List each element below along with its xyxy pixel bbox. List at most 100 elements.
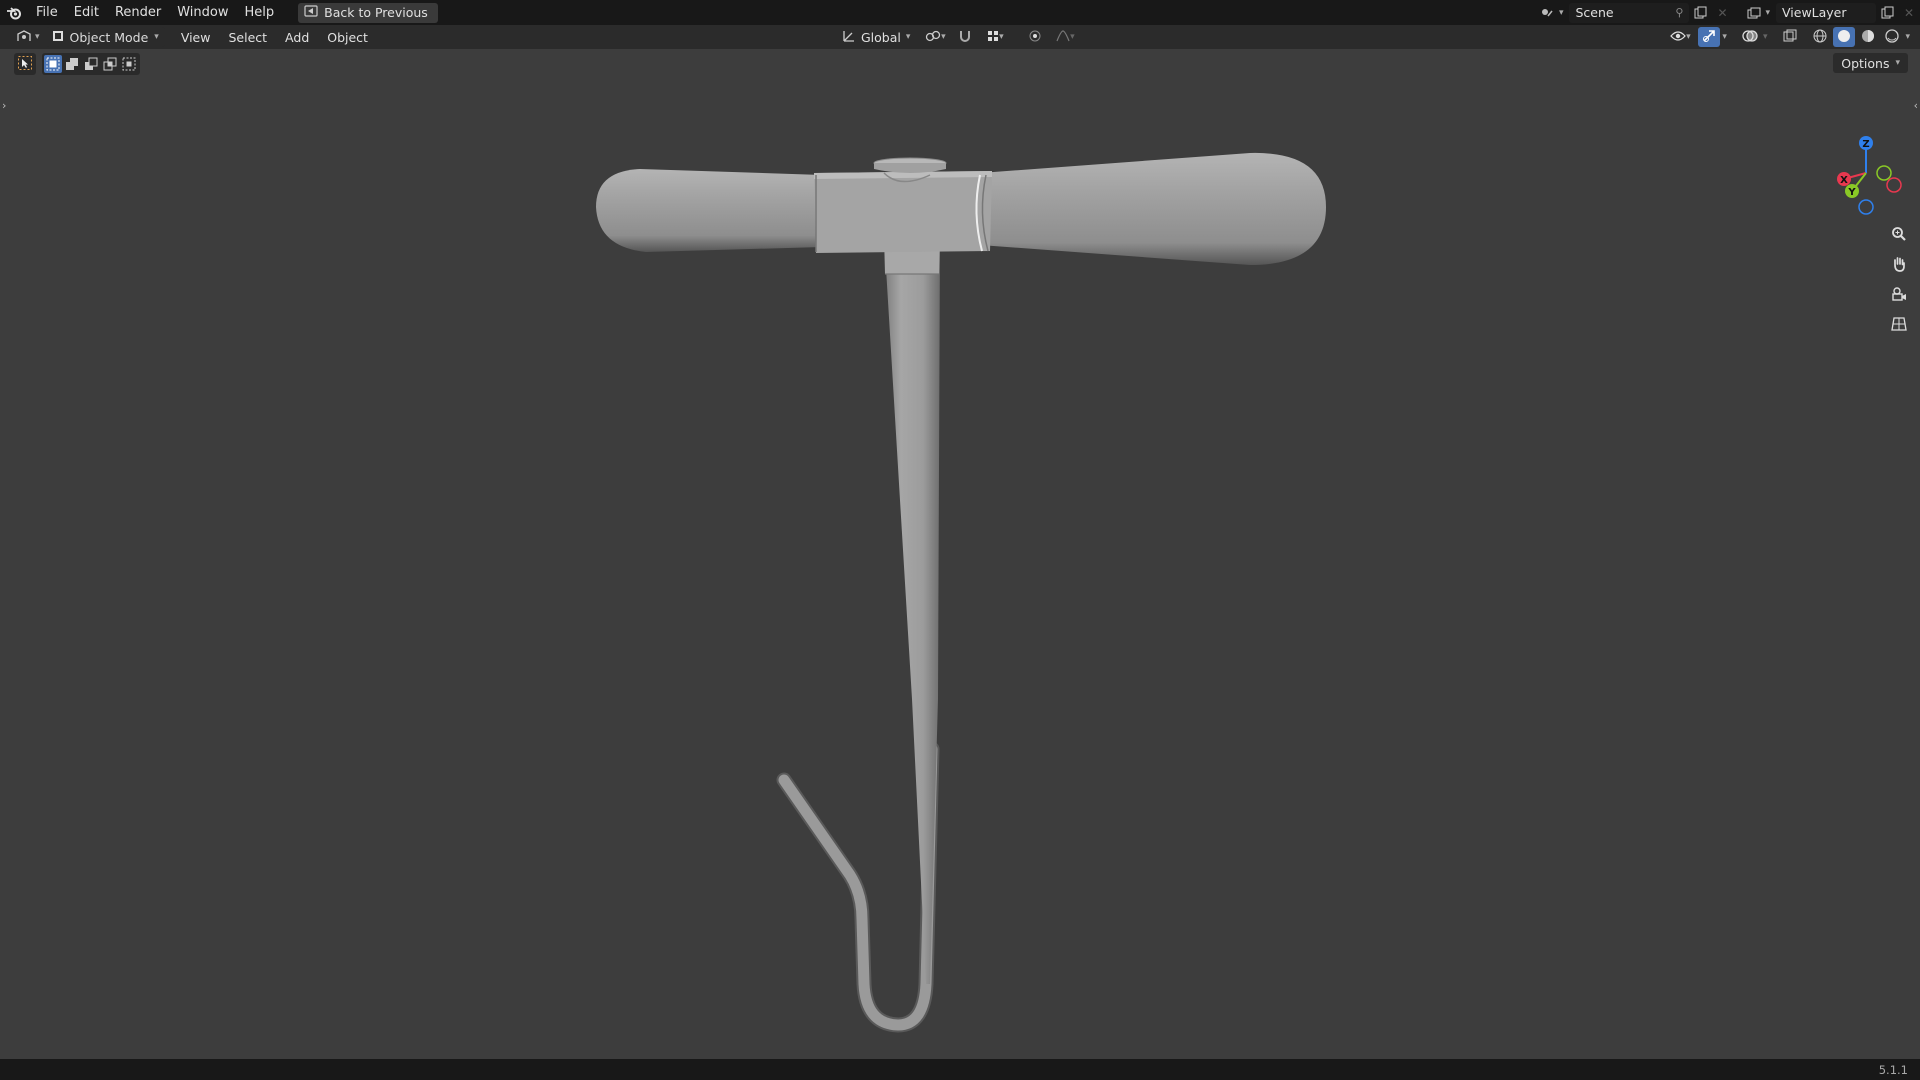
view-layer-name: ViewLayer	[1782, 5, 1847, 20]
zoom-icon	[1891, 226, 1907, 245]
xray-toggle-button[interactable]	[1779, 27, 1801, 47]
options-label: Options	[1841, 55, 1890, 71]
editor-type-button[interactable]: ▾	[10, 27, 46, 47]
left-toolbar-expand-icon[interactable]: ›	[2, 99, 6, 112]
zoom-button[interactable]	[1886, 223, 1912, 247]
shading-material-button[interactable]	[1857, 27, 1879, 47]
camera-icon	[1891, 286, 1907, 305]
gizmo-neg-y-handle[interactable]	[1876, 165, 1892, 181]
perspective-toggle-button[interactable]	[1886, 313, 1912, 337]
shading-caret[interactable]: ▾	[1905, 32, 1910, 42]
gizmo-neg-z-handle[interactable]	[1858, 199, 1874, 215]
back-to-previous-label: Back to Previous	[324, 5, 428, 20]
orientation-icon	[842, 29, 856, 46]
menu-edit[interactable]: Edit	[66, 0, 107, 25]
snap-target-button[interactable]: ▾	[980, 27, 1010, 47]
gizmo-caret[interactable]: ▾	[1722, 32, 1727, 42]
gizmo-icon	[1702, 29, 1716, 46]
gizmo-toggle-button[interactable]	[1698, 27, 1721, 47]
mode-caret: ▾	[154, 32, 159, 42]
shading-solid-button[interactable]	[1833, 27, 1856, 47]
shading-wireframe-button[interactable]	[1809, 27, 1831, 47]
new-scene-icon[interactable]	[1689, 3, 1711, 23]
orientation-label: Global	[861, 29, 901, 45]
proportional-editing-button[interactable]	[1024, 27, 1046, 47]
object-visibility-button[interactable]: ▾	[1664, 27, 1696, 47]
overlays-toggle-button[interactable]	[1739, 27, 1761, 47]
view-layer-field[interactable]: ViewLayer	[1776, 2, 1876, 23]
proportional-icon	[1029, 30, 1041, 45]
snap-toggle-button[interactable]	[954, 27, 976, 47]
status-bar: 5.1.1	[0, 1059, 1920, 1080]
gizmo-y-label: Y	[1847, 187, 1856, 198]
viewport-icon	[16, 29, 32, 46]
menu-add[interactable]: Add	[279, 27, 315, 47]
menu-window[interactable]: Window	[169, 0, 236, 25]
shading-rendered-button[interactable]	[1881, 27, 1903, 47]
selection-mode-difference[interactable]	[101, 55, 119, 73]
gizmo-z-label: Z	[1862, 139, 1869, 150]
viewport-header: ▾ Object Mode ▾ View Select Add Object G…	[0, 25, 1920, 49]
tool-settings-row	[14, 53, 140, 75]
menu-object[interactable]: Object	[321, 27, 374, 47]
scene-name: Scene	[1575, 5, 1614, 20]
viewport-display-tools: ▾ ▾ ▾ ▾	[1664, 25, 1910, 49]
gizmo-neg-x-handle[interactable]	[1886, 177, 1902, 193]
pivot-caret: ▾	[941, 32, 946, 42]
mode-label: Object Mode	[69, 29, 149, 45]
blender-logo-icon[interactable]	[0, 0, 28, 25]
pan-button[interactable]	[1886, 253, 1912, 277]
menu-help[interactable]: Help	[237, 0, 283, 25]
new-view-layer-icon[interactable]	[1876, 3, 1898, 23]
version-label: 5.1.1	[1878, 1062, 1908, 1077]
object-mode-icon	[52, 30, 64, 45]
view-layer-caret: ▾	[1765, 7, 1770, 18]
menu-view[interactable]: View	[175, 27, 217, 47]
delete-scene-icon[interactable]: ✕	[1711, 3, 1733, 23]
navigation-tools	[1886, 223, 1912, 337]
magnet-icon	[958, 29, 972, 46]
topbar-right: ▾ Scene ⚲ ✕ ▾ ViewLayer ✕	[1537, 0, 1920, 25]
wireframe-sphere-icon	[1813, 29, 1827, 46]
selection-mode-subtract[interactable]	[82, 55, 100, 73]
overlays-caret[interactable]: ▾	[1763, 32, 1768, 42]
xray-icon	[1783, 29, 1797, 46]
camera-view-button[interactable]	[1886, 283, 1912, 307]
editor-type-caret: ▾	[35, 32, 40, 42]
mode-dropdown[interactable]: Object Mode ▾	[45, 27, 165, 47]
rendered-sphere-icon	[1885, 28, 1900, 46]
snap-target-caret: ▾	[999, 32, 1004, 42]
selection-mode-set[interactable]	[44, 55, 62, 73]
scene-browse-icon[interactable]	[1537, 3, 1559, 23]
navigation-gizmo[interactable]: Z X Y	[1826, 133, 1906, 215]
active-tool-button[interactable]	[14, 53, 36, 75]
3d-viewport[interactable]: › ‹ Z X Y	[0, 49, 1920, 1059]
delete-view-layer-icon[interactable]: ✕	[1898, 3, 1920, 23]
hand-icon	[1891, 256, 1907, 275]
menu-file[interactable]: File	[28, 0, 66, 25]
back-to-previous-button[interactable]: Back to Previous	[298, 2, 438, 23]
top-bar: File Edit Render Window Help Back to Pre…	[0, 0, 1920, 25]
sidebar-expand-icon[interactable]: ‹	[1914, 99, 1918, 112]
pin-icon[interactable]: ⚲	[1675, 6, 1683, 19]
view-layer-browse-icon[interactable]	[1743, 3, 1765, 23]
menu-render[interactable]: Render	[107, 0, 169, 25]
falloff-caret: ▾	[1070, 32, 1075, 42]
back-icon	[304, 5, 318, 20]
transform-orientation-dropdown[interactable]: Global ▾	[836, 27, 916, 47]
proportional-falloff-button[interactable]: ▾	[1050, 27, 1080, 47]
solid-sphere-icon	[1837, 29, 1851, 46]
pivot-point-button[interactable]: ▾	[920, 27, 950, 47]
selection-mode-extend[interactable]	[63, 55, 81, 73]
t-handle-hook-model[interactable]	[0, 49, 1920, 1059]
selection-mode-intersect[interactable]	[120, 55, 138, 73]
options-dropdown[interactable]: Options ▾	[1833, 53, 1908, 73]
overlays-icon	[1742, 29, 1758, 46]
menu-select[interactable]: Select	[222, 27, 273, 47]
orientation-caret: ▾	[905, 32, 911, 42]
snap-grid-icon	[987, 30, 999, 45]
scene-browse-caret: ▾	[1558, 7, 1564, 18]
scene-name-field[interactable]: Scene ⚲	[1569, 2, 1690, 23]
pivot-icon	[925, 29, 941, 46]
falloff-curve-icon	[1056, 29, 1070, 45]
